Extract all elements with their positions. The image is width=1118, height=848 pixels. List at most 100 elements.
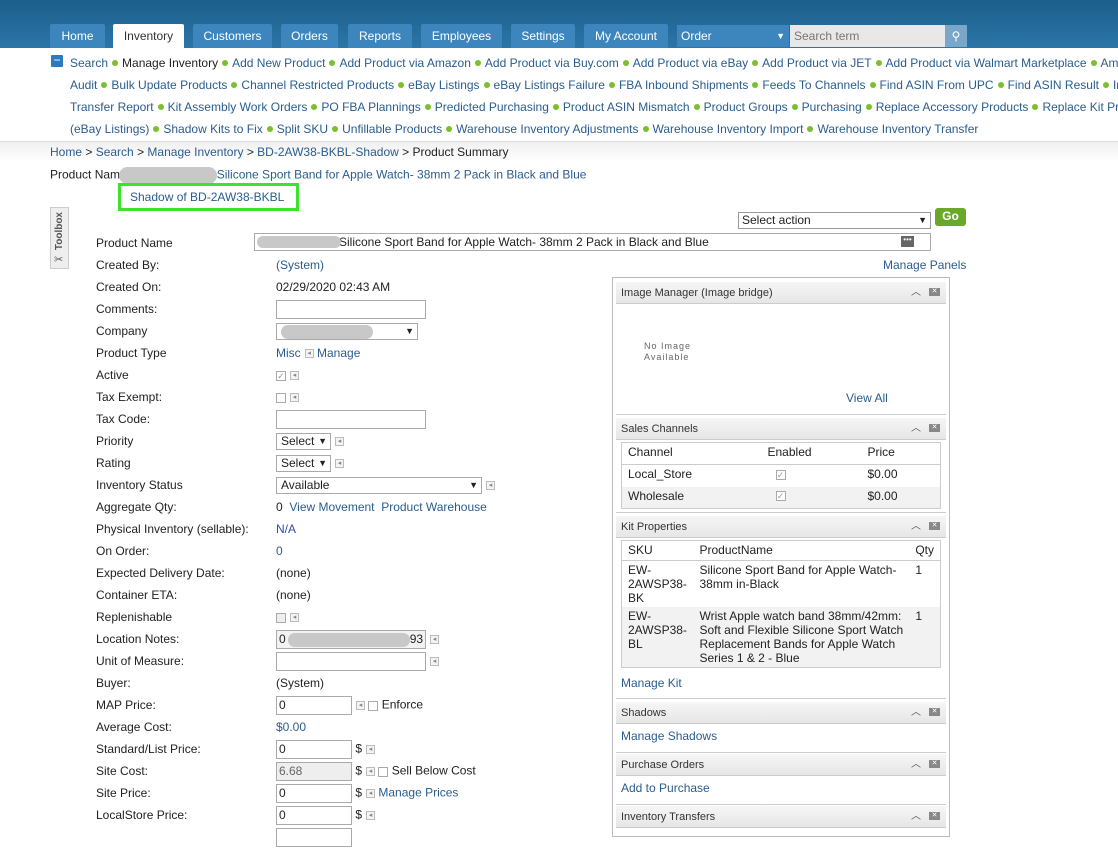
collapse-up-icon[interactable]: ︿ [911, 287, 921, 298]
active-checkbox[interactable]: ✓ [276, 370, 286, 381]
edit-icon[interactable]: ◂ [356, 701, 365, 710]
submenu-item[interactable]: Purchasing [802, 100, 862, 114]
tab-inventory[interactable]: Inventory [113, 24, 184, 48]
breadcrumb-home[interactable]: Home [50, 145, 82, 159]
submenu-item[interactable]: Replace Kit Pr [1042, 100, 1118, 114]
collapse-up-icon[interactable]: ︿ [911, 707, 921, 718]
submenu-item[interactable]: eBay Listings [408, 78, 479, 92]
submenu-item[interactable]: Find ASIN From UPC [880, 78, 994, 92]
shadow-of-link[interactable]: Shadow of BD-2AW38-BKBL [130, 190, 284, 204]
submenu-item[interactable]: FBA Inbound Shipments [619, 78, 748, 92]
close-icon[interactable]: ✕ [929, 708, 940, 717]
submenu-item[interactable]: Add Product via Amazon [339, 56, 470, 70]
submenu-item[interactable]: Manage Inventory [122, 56, 218, 70]
collapse-up-icon[interactable]: ︿ [911, 423, 921, 434]
view-all-link[interactable]: View All [846, 391, 888, 405]
submenu-item[interactable]: Channel Restricted Products [241, 78, 394, 92]
action-select[interactable]: Select action ▼ [738, 212, 931, 229]
edit-icon[interactable]: ◂ [366, 811, 376, 820]
submenu-item[interactable]: Search [70, 56, 108, 70]
location-notes-input[interactable]: 0 93 [276, 630, 426, 649]
map-price-input[interactable]: 0 [276, 696, 352, 715]
submenu-item[interactable]: Add Product via Buy.com [485, 56, 619, 70]
collapse-up-icon[interactable]: ︿ [911, 521, 921, 532]
close-icon[interactable]: ✕ [929, 288, 940, 297]
add-to-purchase-link[interactable]: Add to Purchase [621, 781, 710, 795]
edit-icon[interactable]: ◂ [366, 745, 376, 754]
submenu-item[interactable]: Add Product via eBay [633, 56, 748, 70]
edit-icon[interactable]: ◂ [430, 657, 439, 666]
tab-orders[interactable]: Orders [281, 24, 338, 48]
submenu-item[interactable]: Audit [70, 78, 97, 92]
submenu-item[interactable]: Feeds To Channels [762, 78, 865, 92]
localstore-price-input[interactable]: 0 [276, 806, 352, 825]
tab-employees[interactable]: Employees [421, 24, 502, 48]
submenu-item[interactable]: Find ASIN Result [1008, 78, 1099, 92]
priority-select[interactable]: Select ▼ [276, 433, 331, 450]
submenu-item[interactable]: Warehouse Inventory Adjustments [456, 122, 638, 136]
toolbox-tab[interactable]: Toolbox ✂ [50, 207, 69, 269]
rating-select[interactable]: Select ▼ [276, 455, 331, 472]
submenu-item[interactable]: Replace Accessory Products [876, 100, 1029, 114]
manage-shadows-link[interactable]: Manage Shadows [621, 729, 717, 743]
collapse-icon[interactable]: − [51, 54, 63, 67]
edit-icon[interactable]: ◂ [486, 481, 495, 490]
submenu-item[interactable]: Add Product via Walmart Marketplace [886, 56, 1087, 70]
breadcrumb-manage-inventory[interactable]: Manage Inventory [147, 145, 243, 159]
submenu-item[interactable]: Warehouse Inventory Import [653, 122, 804, 136]
more-icon[interactable]: ••• [901, 236, 914, 247]
enabled-checkbox[interactable]: ✓ [775, 491, 786, 502]
edit-icon[interactable]: ◂ [290, 393, 299, 403]
submenu-item[interactable]: Unfillable Products [342, 122, 442, 136]
collapse-up-icon[interactable]: ︿ [911, 811, 921, 822]
view-movement-link[interactable]: View Movement [289, 500, 374, 514]
tab-home[interactable]: Home [50, 24, 105, 48]
manage-panels-link[interactable]: Manage Panels [883, 258, 966, 272]
edit-icon[interactable]: ◂ [290, 613, 299, 623]
order-type-select[interactable]: Order ▼ [677, 25, 789, 47]
submenu-item[interactable]: eBay Listings Failure [494, 78, 605, 92]
physical-inventory-value[interactable]: N/A [276, 522, 296, 536]
company-select[interactable]: ▼ [276, 323, 418, 340]
product-type-value[interactable]: Misc [276, 346, 301, 360]
submenu-item[interactable]: Predicted Purchasing [435, 100, 549, 114]
product-name-input[interactable]: Silicone Sport Band for Apple Watch- 38m… [254, 233, 931, 251]
submenu-item[interactable]: PO FBA Plannings [321, 100, 420, 114]
collapse-up-icon[interactable]: ︿ [911, 759, 921, 770]
submenu-item[interactable]: Add Product via JET [762, 56, 871, 70]
submenu-item[interactable]: Ir [1113, 78, 1118, 92]
manage-product-type-link[interactable]: Manage [317, 346, 360, 360]
edit-icon[interactable]: ◂ [335, 437, 344, 446]
edit-icon[interactable]: ◂ [290, 371, 299, 381]
tab-my-account[interactable]: My Account [584, 24, 668, 48]
breadcrumb-product[interactable]: BD-2AW38-BKBL-Shadow [257, 145, 399, 159]
comments-input[interactable] [276, 300, 426, 319]
sell-below-cost-checkbox[interactable] [378, 766, 389, 777]
submenu-item[interactable]: Kit Assembly Work Orders [168, 100, 308, 114]
search-input[interactable] [790, 25, 945, 47]
go-button[interactable]: Go [935, 208, 966, 226]
inventory-status-select[interactable]: Available ▼ [276, 477, 482, 494]
edit-icon[interactable]: ◂ [304, 349, 314, 359]
edit-icon[interactable]: ◂ [366, 767, 376, 776]
edit-icon[interactable]: ◂ [366, 789, 376, 798]
enabled-checkbox[interactable]: ✓ [775, 469, 786, 480]
submenu-item[interactable]: Shadow Kits to Fix [163, 122, 262, 136]
tax-code-input[interactable] [276, 410, 426, 429]
submenu-item[interactable]: Transfer Report [70, 100, 154, 114]
unit-of-measure-input[interactable] [276, 652, 426, 671]
site-price-input[interactable]: 0 [276, 784, 352, 803]
site-cost-input[interactable]: 6.68 [276, 762, 352, 781]
close-icon[interactable]: ✕ [929, 522, 940, 531]
breadcrumb-search[interactable]: Search [96, 145, 134, 159]
average-cost-value[interactable]: $0.00 [276, 720, 306, 734]
close-icon[interactable]: ✕ [929, 812, 940, 821]
search-button[interactable]: ⚲ [945, 25, 967, 47]
product-warehouse-link[interactable]: Product Warehouse [381, 500, 487, 514]
close-icon[interactable]: ✕ [929, 424, 940, 433]
edit-icon[interactable]: ◂ [430, 635, 439, 644]
standard-price-input[interactable]: 0 [276, 740, 352, 759]
submenu-item[interactable]: Warehouse Inventory Transfer [817, 122, 978, 136]
submenu-item[interactable]: Add New Product [232, 56, 325, 70]
manage-kit-link[interactable]: Manage Kit [621, 676, 682, 690]
